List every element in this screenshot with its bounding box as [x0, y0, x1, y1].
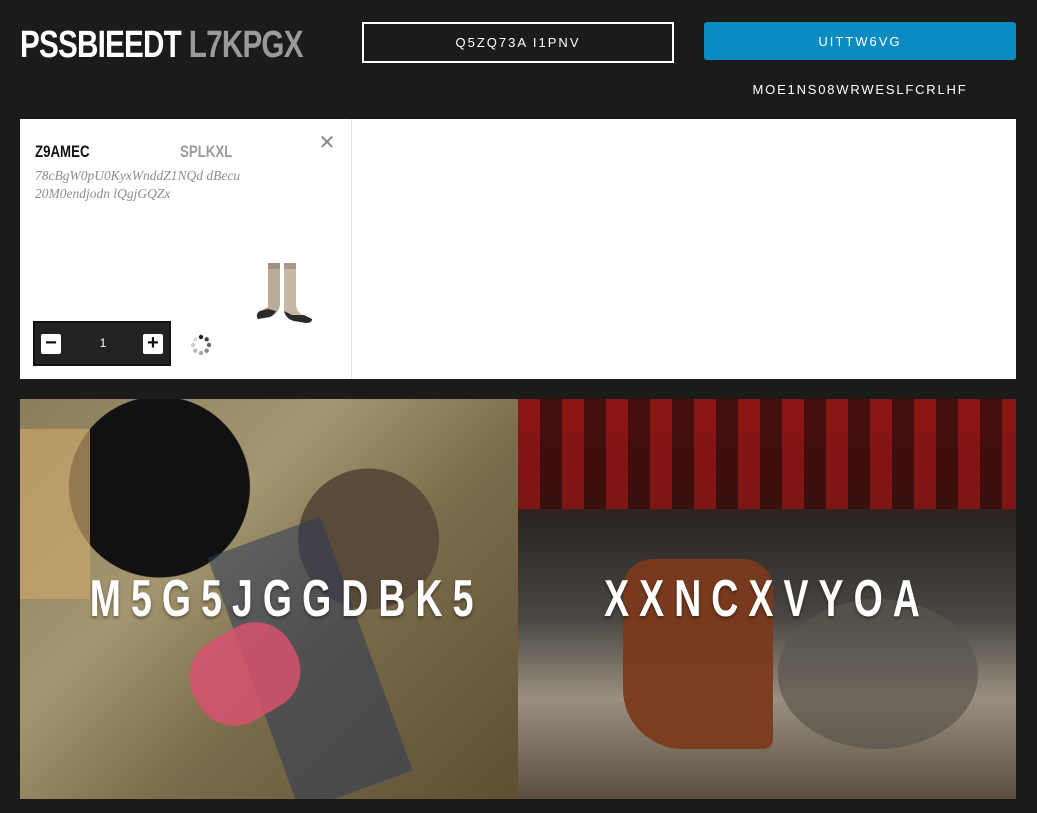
- close-icon[interactable]: ✕: [317, 133, 337, 153]
- cart-item-card: Z9AMEC SPLKXL ✕ 78cBgW0pU0KyxWnddZ1NQd d…: [20, 119, 352, 379]
- brand-primary: PSSBIEEDT: [20, 24, 182, 66]
- decor-image-left: [20, 429, 90, 599]
- brand-logo[interactable]: PSSBIEEDT L7KPGX: [20, 24, 303, 67]
- loading-spinner-icon: [190, 334, 212, 356]
- outline-button[interactable]: Q5ZQ73A I1PNV: [362, 22, 674, 63]
- product-variant: SPLKXL: [180, 142, 233, 161]
- quantity-stepper: − 1 +: [33, 321, 171, 366]
- promo-title-left: M5G5JGGDBK5: [89, 570, 484, 628]
- brand-secondary: L7KPGX: [188, 24, 304, 66]
- primary-button[interactable]: UITTW6VG: [704, 22, 1016, 60]
- promo-tile-left[interactable]: M5G5JGGDBK5: [20, 399, 518, 799]
- promo-title-right: XXNCXVYOA: [604, 570, 930, 628]
- sock-product-image: [256, 263, 312, 323]
- product-name: Z9AMEC: [35, 142, 90, 161]
- plus-icon[interactable]: +: [143, 333, 163, 354]
- cart-panel: Z9AMEC SPLKXL ✕ 78cBgW0pU0KyxWnddZ1NQd d…: [20, 119, 1016, 379]
- product-description: 78cBgW0pU0KyxWnddZ1NQd dBecu20M0endjodn …: [35, 168, 241, 201]
- header-link[interactable]: MOE1NS08WRWESLFCRLHF: [704, 82, 1016, 97]
- decor-plaid: [518, 399, 1016, 509]
- promo-tile-right[interactable]: XXNCXVYOA: [518, 399, 1016, 799]
- minus-icon[interactable]: −: [41, 333, 61, 354]
- quantity-value[interactable]: 1: [69, 323, 137, 364]
